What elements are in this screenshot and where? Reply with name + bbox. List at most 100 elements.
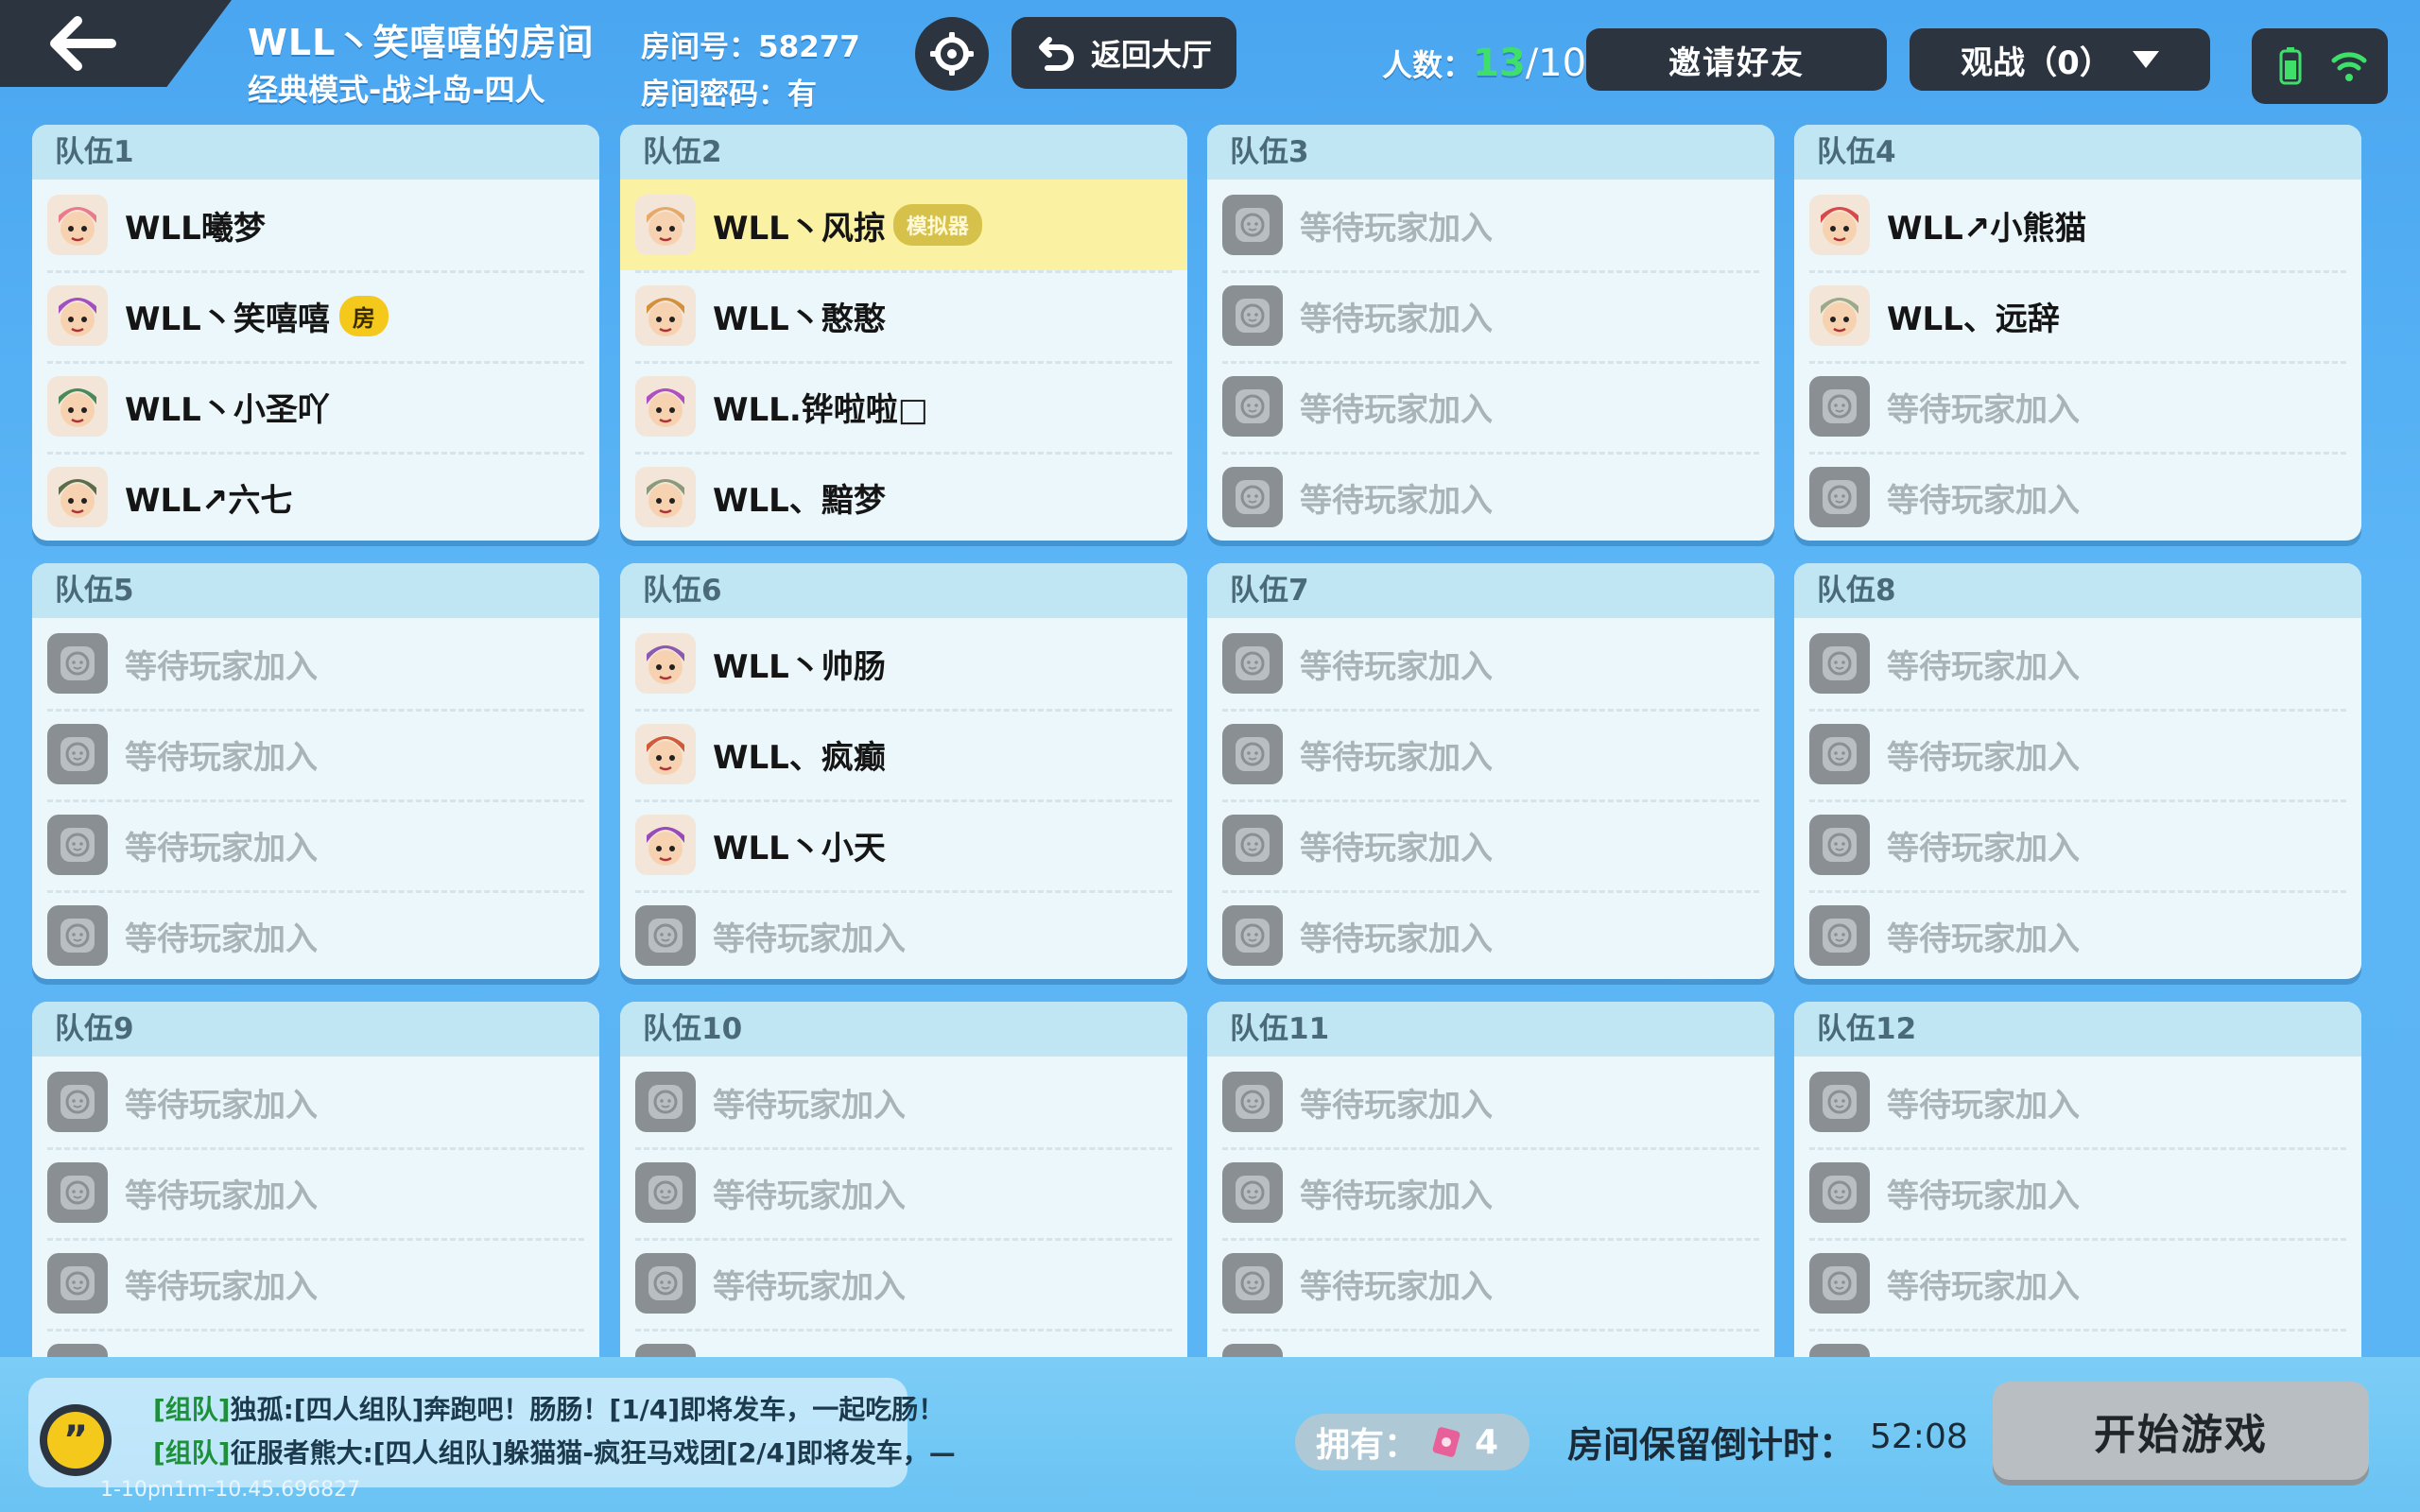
placeholder-avatar-icon [47, 633, 108, 694]
empty-slot[interactable]: 等待玩家加入 [32, 1057, 599, 1147]
room-title: WLL丶笑嘻嘻的房间 [248, 22, 595, 63]
team-name: 队伍10 [620, 1002, 1187, 1057]
back-button[interactable] [0, 0, 232, 87]
team-name: 队伍4 [1794, 125, 2361, 180]
player-slot[interactable]: WLL丶小圣吖 [32, 361, 599, 452]
empty-slot[interactable]: 等待玩家加入 [1207, 890, 1774, 979]
empty-slot[interactable]: 等待玩家加入 [1207, 452, 1774, 541]
empty-slot[interactable]: 等待玩家加入 [1794, 1147, 2361, 1238]
empty-slot[interactable]: 等待玩家加入 [620, 1329, 1187, 1357]
empty-slot[interactable]: 等待玩家加入 [1794, 618, 2361, 709]
team-card: 队伍5 等待玩家加入 等待玩家加入 等待玩家加入 等待玩家加入 [32, 563, 599, 979]
player-slot[interactable]: WLL丶小天 [620, 799, 1187, 890]
empty-slot[interactable]: 等待玩家加入 [1794, 1057, 2361, 1147]
empty-slot[interactable]: 等待玩家加入 [1207, 709, 1774, 799]
empty-slot[interactable]: 等待玩家加入 [32, 1329, 599, 1357]
waiting-label: 等待玩家加入 [1300, 647, 1493, 686]
empty-slot[interactable]: 等待玩家加入 [32, 890, 599, 979]
placeholder-avatar-icon [635, 1253, 696, 1314]
player-slot[interactable]: WLL曦梦 [32, 180, 599, 270]
placeholder-avatar-icon [47, 815, 108, 875]
player-slot[interactable]: WLL、黯梦 [620, 452, 1187, 541]
empty-slot[interactable]: 等待玩家加入 [32, 618, 599, 709]
placeholder-avatar-icon [635, 905, 696, 966]
quote-icon: ” [47, 1412, 104, 1469]
team-card: 队伍9等待玩家加入等待玩家加入等待玩家加入等待玩家加入 [32, 1002, 599, 1357]
empty-slot[interactable]: 等待玩家加入 [32, 1147, 599, 1238]
waiting-label: 等待玩家加入 [1887, 738, 2080, 777]
settings-button[interactable] [915, 17, 989, 91]
room-password: 房间密码：有 [641, 77, 817, 112]
empty-slot[interactable]: 等待玩家加入 [1794, 799, 2361, 890]
player-name: WLL丶憨憨 [713, 300, 886, 338]
player-slot[interactable]: WLL、远辞 [1794, 270, 2361, 361]
empty-slot[interactable]: 等待玩家加入 [1207, 799, 1774, 890]
player-slot[interactable]: WLL↗六七 [32, 452, 599, 541]
waiting-label: 等待玩家加入 [713, 1086, 906, 1125]
team-card: 队伍10等待玩家加入等待玩家加入等待玩家加入等待玩家加入 [620, 1002, 1187, 1357]
waiting-label: 等待玩家加入 [1300, 1086, 1493, 1125]
empty-slot[interactable]: 等待玩家加入 [1794, 709, 2361, 799]
player-slot[interactable]: WLL、疯癫 [620, 709, 1187, 799]
empty-slot[interactable]: 等待玩家加入 [32, 1238, 599, 1329]
placeholder-avatar-icon [1809, 905, 1870, 966]
empty-slot[interactable]: 等待玩家加入 [620, 890, 1187, 979]
team-name: 队伍1 [32, 125, 599, 180]
emulator-badge: 模拟器 [892, 204, 982, 246]
triangle-down-icon [2132, 51, 2159, 68]
empty-slot[interactable]: 等待玩家加入 [1207, 1057, 1774, 1147]
empty-slot[interactable]: 等待玩家加入 [32, 709, 599, 799]
placeholder-avatar-icon [1809, 467, 1870, 527]
invite-friends-button[interactable]: 邀请好友 [1586, 28, 1887, 91]
empty-slot[interactable]: 等待玩家加入 [1207, 361, 1774, 452]
placeholder-avatar-icon [1809, 1344, 1870, 1357]
player-slot[interactable]: WLL丶帅肠 [620, 618, 1187, 709]
empty-slot[interactable]: 等待玩家加入 [1794, 361, 2361, 452]
player-name: WLL丶帅肠 [713, 647, 886, 686]
return-lobby-button[interactable]: 返回大厅 [1011, 17, 1236, 89]
avatar [47, 376, 108, 437]
empty-slot[interactable]: 等待玩家加入 [1207, 1329, 1774, 1357]
empty-slot[interactable]: 等待玩家加入 [1794, 1329, 2361, 1357]
start-game-button[interactable]: 开始游戏 [1993, 1382, 2369, 1480]
empty-slot[interactable]: 等待玩家加入 [1207, 180, 1774, 270]
top-bar: WLL丶笑嘻嘻的房间 经典模式-战斗岛-四人 房间号：58277 房间密码：有 … [0, 0, 2420, 123]
chat-panel[interactable]: ” [组队]独孤:[四人组队]奔跑吧！肠肠！[1/4]即将发车，一起吃肠！ [组… [28, 1378, 956, 1487]
waiting-label: 等待玩家加入 [1887, 647, 2080, 686]
empty-slot[interactable]: 等待玩家加入 [1207, 270, 1774, 361]
player-slot[interactable]: WLL丶风掠 模拟器 [620, 180, 1187, 270]
empty-slot[interactable]: 等待玩家加入 [620, 1147, 1187, 1238]
player-slot[interactable]: WLL丶笑嘻嘻房 [32, 270, 599, 361]
waiting-label: 等待玩家加入 [125, 1267, 318, 1306]
arrow-left-icon [50, 16, 116, 71]
avatar [47, 195, 108, 255]
waiting-label: 等待玩家加入 [1887, 390, 2080, 429]
empty-slot[interactable]: 等待玩家加入 [620, 1057, 1187, 1147]
empty-slot[interactable]: 等待玩家加入 [1207, 618, 1774, 709]
empty-slot[interactable]: 等待玩家加入 [620, 1238, 1187, 1329]
waiting-label: 等待玩家加入 [125, 647, 318, 686]
waiting-label: 等待玩家加入 [1300, 1267, 1493, 1306]
player-count-value: 13 [1473, 42, 1526, 85]
avatar [635, 285, 696, 346]
empty-slot[interactable]: 等待玩家加入 [32, 799, 599, 890]
spectate-dropdown[interactable]: 观战（0） [1910, 28, 2210, 91]
chat-text: 征服者熊大:[四人组队]躲猫猫-疯狂马戏团[2/4]即将发车，— [230, 1437, 956, 1469]
player-slot[interactable]: WLL↗小熊猫 [1794, 180, 2361, 270]
placeholder-avatar-icon [47, 724, 108, 784]
placeholder-avatar-icon [1222, 1072, 1283, 1132]
player-slot[interactable]: WLL丶憨憨 [620, 270, 1187, 361]
player-name: WLL丶小圣吖 [125, 390, 330, 429]
waiting-label: 等待玩家加入 [713, 919, 906, 958]
empty-slot[interactable]: 等待玩家加入 [1794, 452, 2361, 541]
team-card: 队伍8 等待玩家加入 等待玩家加入 等待玩家加入 等待玩家加入 [1794, 563, 2361, 979]
empty-slot[interactable]: 等待玩家加入 [1207, 1238, 1774, 1329]
waiting-label: 等待玩家加入 [1300, 209, 1493, 248]
team-card: 队伍4 WLL↗小熊猫 WLL、远辞 等待玩家加入 等待玩家加入 [1794, 125, 2361, 541]
chat-button[interactable]: ” [40, 1404, 112, 1476]
team-name: 队伍12 [1794, 1002, 2361, 1057]
empty-slot[interactable]: 等待玩家加入 [1794, 1238, 2361, 1329]
player-slot[interactable]: WLL.铧啦啦□ [620, 361, 1187, 452]
empty-slot[interactable]: 等待玩家加入 [1794, 890, 2361, 979]
empty-slot[interactable]: 等待玩家加入 [1207, 1147, 1774, 1238]
